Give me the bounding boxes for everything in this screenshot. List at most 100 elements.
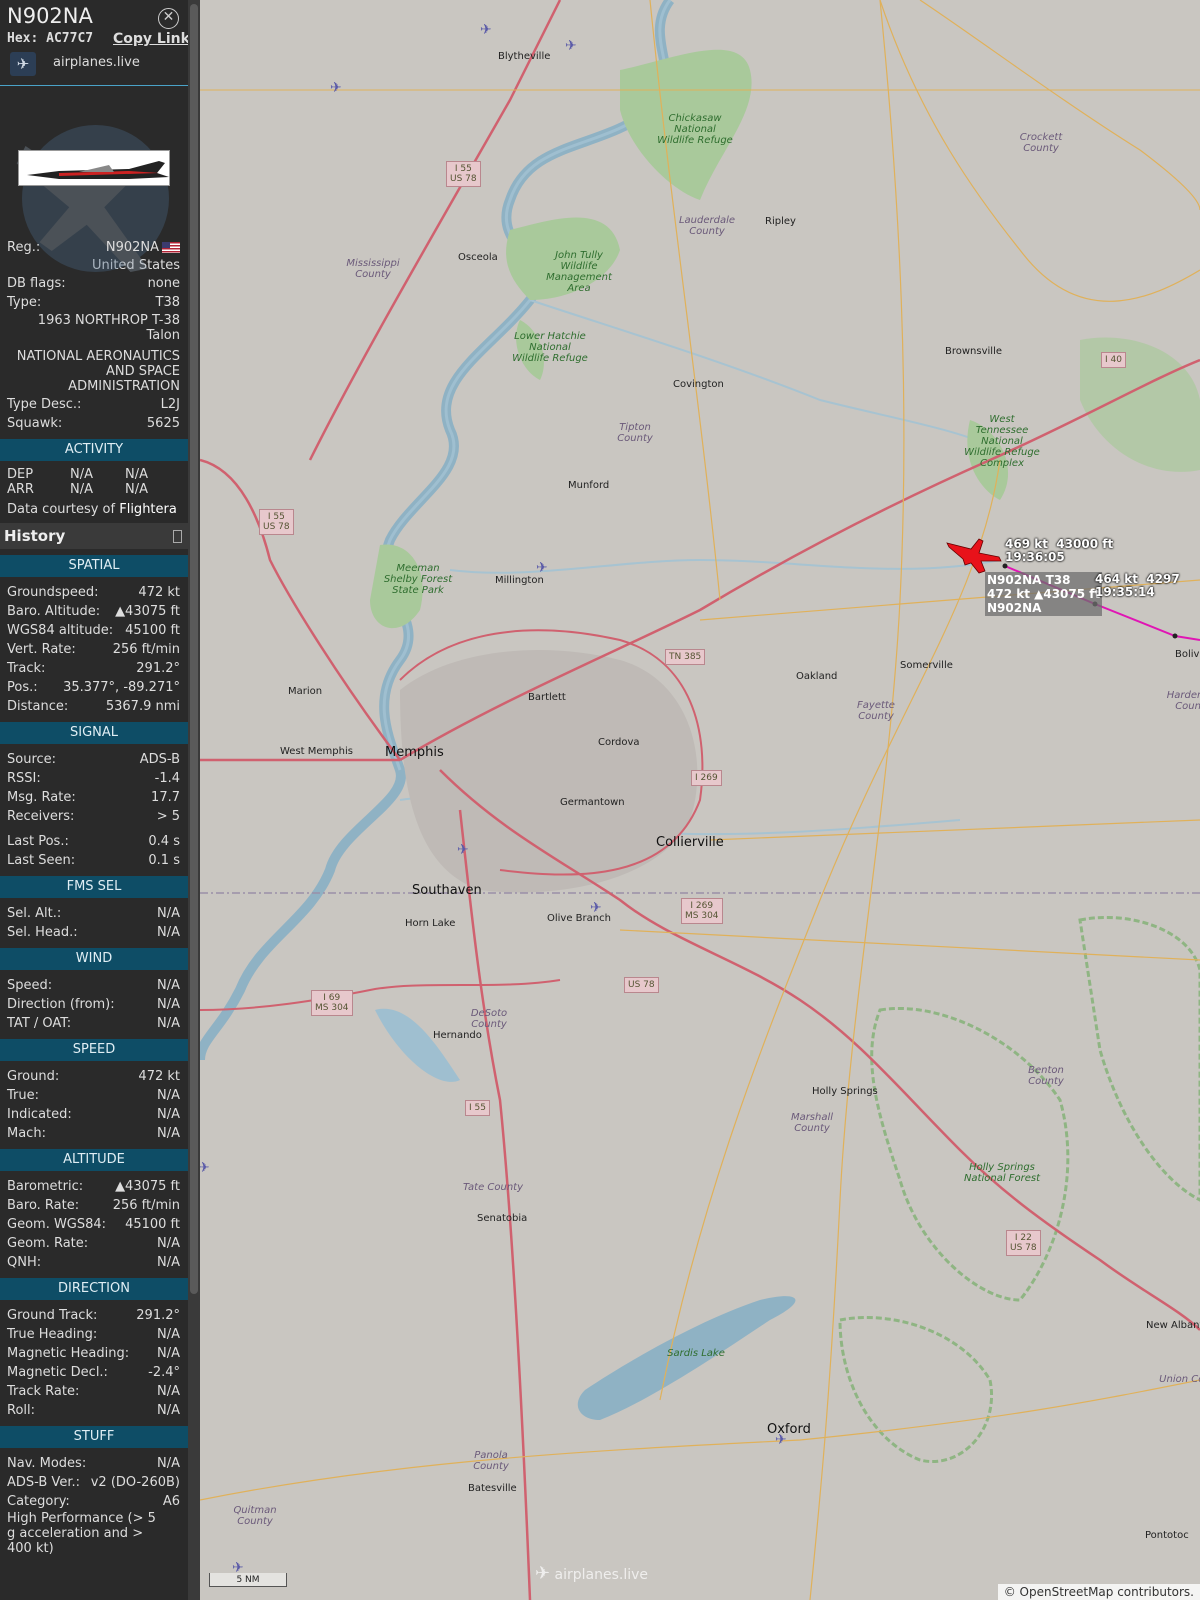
spatial-field-row: Groundspeed: 472 kt	[0, 583, 188, 602]
stuff-field-label: Category:	[7, 1494, 70, 1509]
altitude-field-label: QNH:	[7, 1255, 42, 1270]
type-desc-value: L2J	[160, 397, 180, 412]
type-desc-label: Type Desc.:	[7, 397, 82, 412]
signal-section-header[interactable]: SIGNAL	[0, 722, 188, 744]
us-flag-icon	[162, 242, 180, 253]
direction-section-header[interactable]: DIRECTION	[0, 1278, 188, 1300]
flightera-link[interactable]: Flightera	[119, 502, 177, 517]
close-icon[interactable]: ✕	[158, 8, 179, 29]
copy-link-button[interactable]: Copy Link	[113, 31, 188, 47]
other-aircraft-icon[interactable]: ✈	[590, 900, 602, 916]
county-label: Benton County	[1028, 1065, 1064, 1087]
county-label: Hardeman County	[1166, 690, 1200, 712]
place-label: Millington	[495, 575, 544, 586]
other-aircraft-icon[interactable]: ✈	[457, 842, 469, 858]
county-label: Lauderdale County	[678, 215, 736, 237]
county-label: DeSoto County	[470, 1008, 508, 1030]
place-label: Pontotoc	[1145, 1530, 1189, 1541]
arr-row: ARR N/A N/A	[0, 482, 188, 497]
hex-code: Hex: AC77C7	[7, 31, 93, 46]
altitude-field-row: QNH: N/A	[0, 1253, 188, 1272]
wind-field-value: N/A	[157, 978, 180, 993]
operator: NATIONAL AERONAUTICS AND SPACE ADMINISTR…	[16, 349, 180, 394]
site-link[interactable]: airplanes.live	[53, 55, 140, 70]
highway-shield: US 78	[624, 977, 659, 993]
direction-field-label: Magnetic Heading:	[7, 1346, 130, 1361]
activity-header: ACTIVITY	[0, 439, 188, 461]
fms-section-header[interactable]: FMS SEL	[0, 876, 188, 898]
airplanes-live-icon[interactable]: ✈	[10, 52, 36, 76]
wind-field-row: Direction (from): N/A	[0, 995, 188, 1014]
other-aircraft-icon[interactable]: ✈	[775, 1432, 787, 1448]
map-view[interactable]: Memphis West Memphis Southaven Collierville…	[200, 0, 1200, 1600]
aircraft-label[interactable]: N902NA T38 472 kt ▲43075 ft N902NA	[985, 572, 1103, 616]
wind-field-row: Speed: N/A	[0, 976, 188, 995]
squawk-row: Squawk: 5625	[0, 414, 188, 433]
speed-field-row: Mach: N/A	[0, 1124, 188, 1143]
spatial-field-row: Distance: 5367.9 nmi	[0, 697, 188, 716]
direction-field-label: Magnetic Decl.:	[7, 1365, 108, 1380]
altitude-section-header[interactable]: ALTITUDE	[0, 1149, 188, 1171]
wind-section-header[interactable]: WIND	[0, 948, 188, 970]
map-watermark-text: airplanes.live	[554, 1567, 649, 1583]
speed-field-label: Ground:	[7, 1069, 60, 1084]
altitude-field-label: Geom. WGS84:	[7, 1217, 107, 1232]
place-label: Memphis	[385, 745, 444, 760]
stuff-section-header[interactable]: STUFF	[0, 1426, 188, 1448]
place-label: New Albany	[1146, 1320, 1200, 1331]
spatial-field-value: 472 kt	[138, 585, 180, 600]
place-label: Senatobia	[477, 1213, 528, 1224]
speed-section-header[interactable]: SPEED	[0, 1039, 188, 1061]
direction-field-value: N/A	[157, 1403, 180, 1418]
stuff-field-value: A6	[162, 1494, 180, 1509]
place-label: Bartlett	[528, 692, 566, 703]
data-courtesy: Data courtesy of Flightera	[0, 497, 188, 517]
history-toggle-icon[interactable]	[173, 529, 182, 543]
aircraft-marker-icon[interactable]	[945, 535, 1005, 575]
callsign-title: N902NA	[7, 4, 93, 28]
park-label: Holly Springs National Forest	[963, 1162, 1041, 1184]
spatial-field-value: 45100 ft	[125, 623, 180, 638]
spatial-field-row: Pos.: 35.377°, -89.271°	[0, 678, 188, 697]
county-label: Fayette County	[857, 700, 895, 722]
aircraft-photo[interactable]	[18, 150, 170, 186]
highway-shield: I 22 US 78	[1006, 1230, 1041, 1256]
reg-value: N902NA	[105, 240, 159, 255]
scrollbar-thumb[interactable]	[190, 4, 198, 1294]
direction-field-label: True Heading:	[7, 1327, 98, 1342]
spatial-field-label: WGS84 altitude:	[7, 623, 114, 638]
db-flags-label: DB flags:	[7, 276, 66, 291]
stuff-field-row: Category: A6	[0, 1492, 188, 1511]
direction-field-row: True Heading: N/A	[0, 1325, 188, 1344]
place-label: Holly Springs	[812, 1086, 878, 1097]
direction-field-value: N/A	[157, 1327, 180, 1342]
osm-attribution[interactable]: © OpenStreetMap contributors.	[997, 1584, 1200, 1600]
photo-area	[0, 86, 188, 272]
history-header[interactable]: History	[0, 523, 188, 549]
county-label: Mississippi County	[346, 258, 400, 280]
county-label: Quitman County	[233, 1505, 277, 1527]
other-aircraft-icon[interactable]: ✈	[330, 80, 342, 96]
direction-field-row: Magnetic Decl.: -2.4°	[0, 1363, 188, 1382]
park-label: John Tully Wildlife Management Area	[546, 250, 612, 294]
spatial-section-header[interactable]: SPATIAL	[0, 555, 188, 577]
speed-field-value: 472 kt	[138, 1069, 180, 1084]
place-label: Munford	[568, 480, 610, 491]
spatial-field-row: WGS84 altitude: 45100 ft	[0, 621, 188, 640]
other-aircraft-icon[interactable]: ✈	[480, 22, 492, 38]
direction-field-row: Ground Track: 291.2°	[0, 1306, 188, 1325]
spatial-field-value: 35.377°, -89.271°	[63, 680, 180, 695]
county-label: Panola County	[473, 1450, 509, 1472]
stuff-field-row: ADS-B Ver.: v2 (DO-260B)	[0, 1473, 188, 1492]
type-label: Type:	[7, 295, 42, 310]
other-aircraft-icon[interactable]: ✈	[565, 38, 577, 54]
panel-header: N902NA ✕ Hex: AC77C7 Copy Link ✈ airplan…	[0, 0, 188, 86]
county-label: Tate County	[462, 1182, 524, 1193]
category-description: High Performance (> 5 g acceleration and…	[7, 1511, 156, 1556]
spatial-field-value: 256 ft/min	[112, 642, 180, 657]
highway-shield: I 69 MS 304	[311, 990, 353, 1016]
other-aircraft-icon[interactable]: ✈	[536, 560, 548, 576]
signal-field-label: Receivers:	[7, 809, 75, 824]
other-aircraft-icon[interactable]: ✈	[200, 1160, 210, 1176]
place-label: Marion	[288, 686, 323, 697]
